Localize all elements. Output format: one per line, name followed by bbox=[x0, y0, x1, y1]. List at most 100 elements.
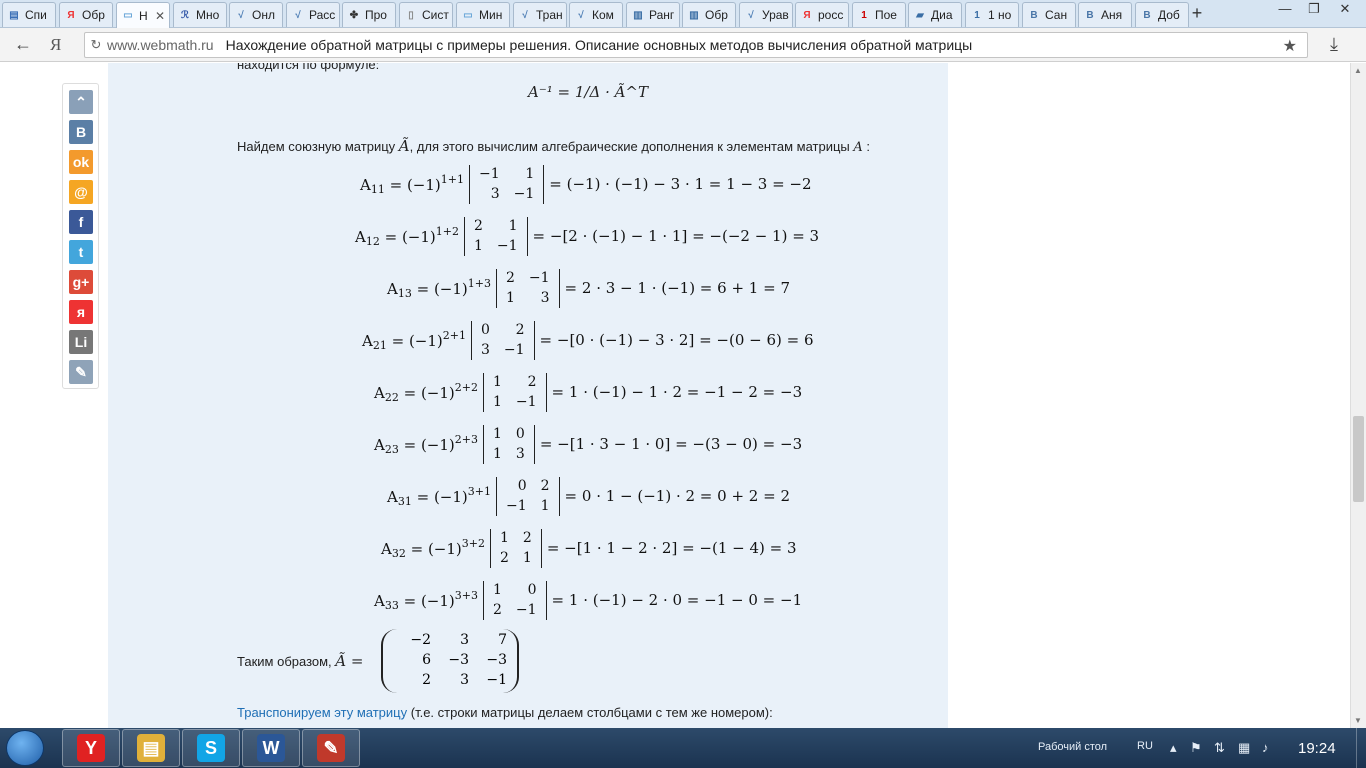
bookmark-star-icon[interactable]: ★ bbox=[1283, 36, 1297, 56]
minor-cell: 3 bbox=[540, 289, 550, 306]
taskbar-app-button[interactable]: Y bbox=[62, 729, 120, 767]
one-icon: 1 bbox=[974, 9, 980, 21]
cofactor-equation: A13 = (−1)1+3 2 −1 1 3 = 2 · 3 − 1 · (−1) = 6… bbox=[387, 265, 790, 311]
cofactor-power: 1+1 bbox=[440, 172, 464, 186]
cofactor-power: 1+2 bbox=[435, 224, 459, 238]
browser-tab[interactable]: ℛ Мно bbox=[173, 2, 227, 27]
transpose-link[interactable]: Транспонируем эту матрицу bbox=[237, 705, 407, 720]
cofactor-lhs: A11 = (−1)1+1 bbox=[360, 172, 464, 196]
browser-tab[interactable]: ▭ Н ✕ bbox=[116, 2, 170, 28]
cofactor-result: = 2 · 3 − 1 · (−1) = 6 + 1 = 7 bbox=[564, 279, 790, 297]
cofactor-result: = (−1) · (−1) − 3 · 1 = 1 − 3 = −2 bbox=[549, 175, 812, 193]
cofactor-index: 33 bbox=[384, 598, 399, 612]
browser-tab[interactable]: ✤ Про bbox=[342, 2, 396, 27]
scroll-up-icon[interactable]: ⌃ bbox=[69, 90, 93, 114]
minimize-button[interactable]: — bbox=[1271, 0, 1299, 20]
tab-label: Доб bbox=[1158, 8, 1180, 22]
browser-tab[interactable]: В Сан bbox=[1022, 2, 1076, 27]
browser-tab[interactable]: √ Урав bbox=[739, 2, 793, 27]
yandex-browser-icon: Y bbox=[77, 734, 105, 762]
tab-label: Ранг bbox=[649, 8, 675, 22]
browser-tab[interactable]: √ Расс bbox=[286, 2, 340, 27]
close-tab-icon[interactable]: ✕ bbox=[155, 9, 169, 23]
cofactor-intro-colon: : bbox=[866, 139, 871, 154]
browser-tab[interactable]: 1 1 но bbox=[965, 2, 1019, 27]
chevron-up-icon[interactable]: ▴ bbox=[1170, 740, 1177, 756]
browser-tab[interactable]: В Аня bbox=[1078, 2, 1132, 27]
browser-tab[interactable]: ▰ Диа bbox=[908, 2, 962, 27]
browser-tab[interactable]: ▤ Спи bbox=[2, 2, 56, 27]
taskbar-app-button[interactable]: S bbox=[182, 729, 240, 767]
browser-tab[interactable]: √ Онл bbox=[229, 2, 283, 27]
cofactor-equation: A22 = (−1)2+2 1 2 1 −1 = 1 · (−1) − 1 · 2 = −… bbox=[374, 369, 802, 415]
webmath-icon: √ bbox=[748, 9, 754, 21]
new-tab-button[interactable]: + bbox=[1186, 4, 1208, 24]
twitter-icon[interactable]: t bbox=[69, 240, 93, 264]
tab-label: Пое bbox=[875, 8, 897, 22]
cofactor-power: 3+2 bbox=[461, 536, 485, 550]
cofactor-equation: A31 = (−1)3+1 0 2 −1 1 = 0 · 1 − (−1) · 2 = 0… bbox=[387, 473, 790, 519]
cofactor-lhs: A31 = (−1)3+1 bbox=[387, 484, 491, 508]
tab-label: Спи bbox=[25, 8, 47, 22]
show-desktop-button[interactable] bbox=[1356, 728, 1366, 768]
clover-icon: ✤ bbox=[349, 9, 359, 21]
downloads-icon[interactable]: ⤓ bbox=[1330, 34, 1338, 55]
browser-tab[interactable]: 1 Пое bbox=[852, 2, 906, 27]
minor-cell: −1 bbox=[515, 393, 537, 410]
browser-tab[interactable]: ▥ Обр bbox=[682, 2, 736, 27]
webmath-icon: √ bbox=[238, 9, 244, 21]
moimir-icon[interactable]: я bbox=[69, 300, 93, 324]
address-bar[interactable]: ↻ www.webmath.ru Нахождение обратной мат… bbox=[84, 32, 1308, 58]
minor-cell: 2 bbox=[505, 269, 515, 286]
vkontakte-icon[interactable]: B bbox=[69, 120, 93, 144]
taskbar-app-button[interactable]: W bbox=[242, 729, 300, 767]
google-plus-icon[interactable]: g+ bbox=[69, 270, 93, 294]
minor-cell: 3 bbox=[480, 341, 490, 358]
clock[interactable]: 19:24 bbox=[1298, 740, 1336, 757]
explorer-icon: ▤ bbox=[137, 734, 165, 762]
taskbar-app-button[interactable]: ▤ bbox=[122, 729, 180, 767]
maximize-button[interactable]: ❐ bbox=[1300, 0, 1328, 20]
cofactor-lhs: A22 = (−1)2+2 bbox=[374, 380, 478, 404]
minor-cell: 1 bbox=[473, 237, 483, 254]
language-indicator[interactable]: RU bbox=[1137, 740, 1153, 752]
scroll-thumb[interactable] bbox=[1353, 416, 1364, 502]
close-window-button[interactable]: ✕ bbox=[1331, 0, 1359, 20]
mailru-icon[interactable]: @ bbox=[69, 180, 93, 204]
yandex-logo-icon[interactable]: Я bbox=[50, 35, 61, 55]
start-button[interactable] bbox=[6, 730, 44, 766]
tab-label: Онл bbox=[252, 8, 275, 22]
minor-cell: 0 bbox=[517, 477, 527, 494]
flag-icon[interactable]: ⚑ bbox=[1190, 740, 1202, 756]
browser-tab[interactable]: Яросс bbox=[795, 2, 849, 27]
browser-tab[interactable]: ▯ Сист bbox=[399, 2, 453, 27]
cofactor-index: 12 bbox=[365, 234, 380, 248]
tab-label: Сист bbox=[422, 8, 449, 22]
tab-label: Мин bbox=[479, 8, 503, 22]
browser-tab[interactable]: Я Обр bbox=[59, 2, 113, 27]
browser-tab[interactable]: ▭ Мин bbox=[456, 2, 510, 27]
scroll-down-arrow-icon[interactable]: ▼ bbox=[1354, 716, 1362, 725]
cofactor-lhs: A23 = (−1)2+3 bbox=[374, 432, 478, 456]
browser-tab[interactable]: В Доб bbox=[1135, 2, 1189, 27]
livejournal-icon[interactable]: ✎ bbox=[69, 360, 93, 384]
reload-icon[interactable]: ↻ bbox=[85, 37, 107, 53]
odnoklassniki-icon[interactable]: ok bbox=[69, 150, 93, 174]
browser-tab[interactable]: √ Ком bbox=[569, 2, 623, 27]
liveinternet-icon[interactable]: Li bbox=[69, 330, 93, 354]
volume-icon[interactable]: ♪ bbox=[1262, 740, 1269, 755]
facebook-icon[interactable]: f bbox=[69, 210, 93, 234]
back-button[interactable]: ← bbox=[14, 34, 32, 55]
adjugate-result-symbol: Ã = bbox=[335, 652, 364, 670]
browser-tab[interactable]: √ Тран bbox=[513, 2, 567, 27]
taskbar-app-button[interactable]: ✎ bbox=[302, 729, 360, 767]
network-icon[interactable]: ▦ bbox=[1238, 740, 1250, 756]
sync-icon[interactable]: ⇅ bbox=[1214, 740, 1225, 756]
minor-cell: 2 bbox=[473, 217, 483, 234]
desktop-toolbar-label[interactable]: Рабочий стол bbox=[1038, 741, 1107, 753]
browser-tab[interactable]: ▥ Ранг bbox=[626, 2, 680, 27]
scroll-up-arrow-icon[interactable]: ▲ bbox=[1354, 66, 1362, 75]
transpose-text: (т.е. строки матрицы делаем столбцами с … bbox=[407, 705, 773, 720]
cofactor-result: = 1 · (−1) − 1 · 2 = −1 − 2 = −3 bbox=[551, 383, 803, 401]
vertical-scrollbar[interactable]: ▲ ▼ bbox=[1350, 63, 1366, 728]
